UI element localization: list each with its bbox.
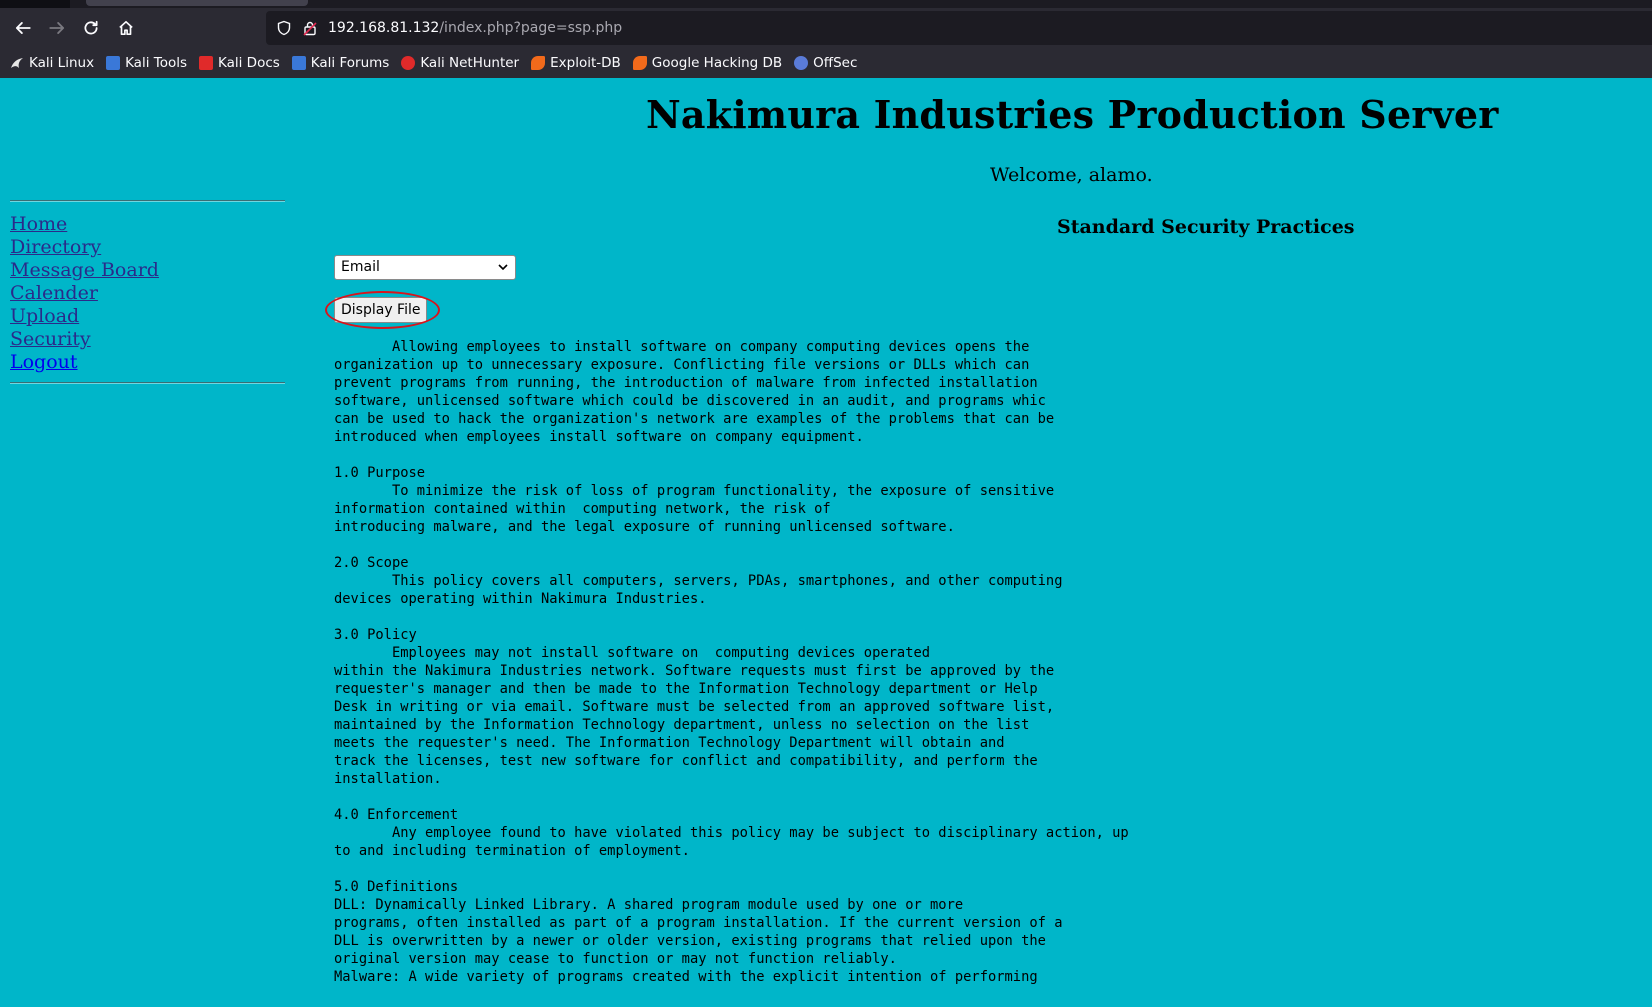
insecure-lock-icon[interactable] bbox=[302, 20, 318, 36]
nav-link-calender[interactable]: Calender bbox=[10, 282, 159, 305]
bookmark-kali-nethunter[interactable]: Kali NetHunter bbox=[401, 55, 519, 71]
bookmark-label: Kali Forums bbox=[310, 55, 390, 71]
shield-icon[interactable] bbox=[276, 20, 292, 36]
bookmark-kali-tools[interactable]: Kali Tools bbox=[106, 55, 187, 71]
bookmark-offsec[interactable]: OffSec bbox=[794, 55, 857, 71]
page-content: Nakimura Industries Production Server We… bbox=[0, 78, 1652, 1007]
section-title: Standard Security Practices bbox=[1057, 216, 1355, 238]
back-arrow-icon bbox=[15, 22, 31, 34]
sidebar-nav: Home Directory Message Board Calender Up… bbox=[10, 213, 159, 374]
bookmark-label: Kali NetHunter bbox=[420, 55, 520, 71]
forward-button[interactable] bbox=[43, 14, 71, 42]
sidebar-divider-bottom bbox=[10, 382, 285, 384]
tab-strip-corner bbox=[0, 0, 70, 8]
reload-icon bbox=[84, 20, 98, 35]
kali-docs-icon bbox=[199, 56, 213, 70]
bookmark-kali-docs[interactable]: Kali Docs bbox=[199, 55, 280, 71]
nav-link-message-board[interactable]: Message Board bbox=[10, 259, 159, 282]
exploit-db-icon bbox=[531, 56, 546, 70]
sidebar-divider-top bbox=[10, 200, 285, 202]
bookmark-label: Google Hacking DB bbox=[651, 55, 783, 71]
browser-chrome: 192.168.81.132/index.php?page=ssp.php Ka… bbox=[0, 0, 1652, 78]
display-file-button[interactable]: Display File bbox=[334, 297, 428, 323]
welcome-message: Welcome, alamo. bbox=[990, 164, 1153, 186]
address-bar[interactable]: 192.168.81.132/index.php?page=ssp.php bbox=[266, 11, 1652, 45]
ghdb-icon bbox=[632, 56, 647, 70]
navigation-toolbar: 192.168.81.132/index.php?page=ssp.php bbox=[0, 8, 1652, 48]
page-title: Nakimura Industries Production Server bbox=[646, 92, 1499, 137]
bookmarks-toolbar: Kali Linux Kali Tools Kali Docs Kali For… bbox=[0, 48, 1652, 78]
nethunter-icon bbox=[401, 56, 416, 70]
tab-strip bbox=[0, 0, 1652, 8]
url-text[interactable]: 192.168.81.132/index.php?page=ssp.php bbox=[328, 20, 622, 36]
bookmark-exploit-db[interactable]: Exploit-DB bbox=[531, 55, 621, 71]
nav-link-logout[interactable]: Logout bbox=[10, 351, 159, 374]
bookmark-label: Kali Tools bbox=[125, 55, 187, 71]
bookmark-label: OffSec bbox=[813, 55, 858, 71]
bookmark-label: Kali Linux bbox=[29, 55, 95, 71]
bookmark-kali-linux[interactable]: Kali Linux bbox=[10, 55, 94, 71]
bookmark-kali-forums[interactable]: Kali Forums bbox=[291, 55, 390, 71]
back-button[interactable] bbox=[9, 14, 37, 42]
file-select-dropdown[interactable]: Email bbox=[334, 255, 516, 280]
reload-button[interactable] bbox=[77, 14, 105, 42]
home-icon bbox=[119, 20, 133, 36]
file-select-value: Email bbox=[341, 259, 380, 275]
url-path: /index.php?page=ssp.php bbox=[439, 20, 623, 36]
policy-document-text: Allowing employees to install software o… bbox=[334, 339, 1129, 985]
nav-link-upload[interactable]: Upload bbox=[10, 305, 159, 328]
bookmark-label: Exploit-DB bbox=[550, 55, 621, 71]
forward-arrow-icon bbox=[49, 22, 65, 34]
url-host: 192.168.81.132 bbox=[328, 20, 440, 36]
nav-link-directory[interactable]: Directory bbox=[10, 236, 159, 259]
chevron-down-icon bbox=[498, 264, 508, 271]
kali-dragon-icon bbox=[10, 56, 24, 70]
offsec-icon bbox=[794, 56, 809, 70]
nav-link-security[interactable]: Security bbox=[10, 328, 159, 351]
active-tab[interactable] bbox=[86, 0, 308, 6]
kali-forums-icon bbox=[291, 56, 306, 70]
bookmark-label: Kali Docs bbox=[218, 55, 280, 71]
kali-tools-icon bbox=[106, 56, 121, 70]
home-button[interactable] bbox=[112, 14, 140, 42]
nav-link-home[interactable]: Home bbox=[10, 213, 159, 236]
bookmark-google-hacking-db[interactable]: Google Hacking DB bbox=[632, 55, 783, 71]
